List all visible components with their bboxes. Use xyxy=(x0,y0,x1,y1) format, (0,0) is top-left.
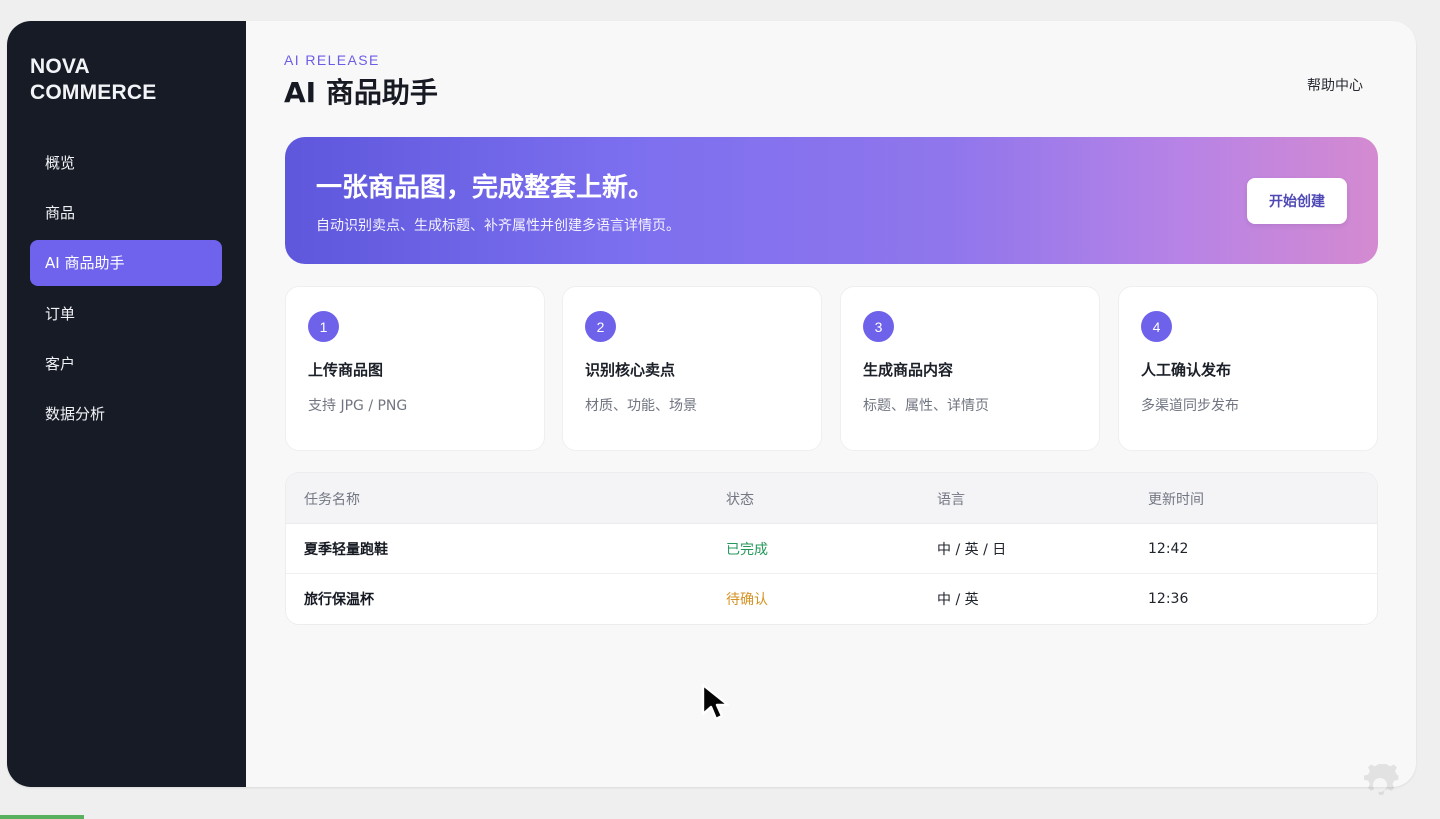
step-number-badge: 2 xyxy=(585,311,616,342)
column-header-status: 状态 xyxy=(726,491,754,508)
step-card-generate: 3 生成商品内容 标题、属性、详情页 xyxy=(840,286,1100,451)
step-card-upload: 1 上传商品图 支持 JPG / PNG xyxy=(285,286,545,451)
sidebar-navigation: 概览 商品 AI 商品助手 订单 客户 数据分析 xyxy=(30,139,222,441)
column-header-task-name: 任务名称 xyxy=(304,491,360,508)
column-header-language: 语言 xyxy=(937,491,965,508)
sidebar-item-label: 商品 xyxy=(45,203,76,222)
task-table: 任务名称 状态 语言 更新时间 夏季轻量跑鞋 已完成 中 / 英 / 日 12:… xyxy=(285,472,1378,625)
task-name-cell: 旅行保温杯 xyxy=(304,592,374,608)
step-number-badge: 1 xyxy=(308,311,339,342)
sidebar-item-ai-product-assistant[interactable]: AI 商品助手 xyxy=(30,239,222,286)
page-title: AI 商品助手 xyxy=(284,76,438,109)
task-name-cell: 夏季轻量跑鞋 xyxy=(304,542,388,558)
brand-line-2: COMMERCE xyxy=(30,81,157,104)
language-cell: 中 / 英 xyxy=(937,592,979,608)
step-card-identify: 2 识别核心卖点 材质、功能、场景 xyxy=(562,286,822,451)
sidebar-item-customers[interactable]: 客户 xyxy=(30,341,222,387)
updated-time-cell: 12:36 xyxy=(1148,591,1189,607)
step-description: 材质、功能、场景 xyxy=(585,398,697,414)
sidebar-item-overview[interactable]: 概览 xyxy=(30,139,222,185)
workflow-steps: 1 上传商品图 支持 JPG / PNG 2 识别核心卖点 材质、功能、场景 3… xyxy=(285,286,1378,451)
step-title: 上传商品图 xyxy=(308,361,384,379)
help-center-link[interactable]: 帮助中心 xyxy=(1307,75,1363,95)
app-window: NOVA COMMERCE 概览 商品 AI 商品助手 订单 客户 数据分析 A… xyxy=(7,21,1416,787)
table-row[interactable]: 夏季轻量跑鞋 已完成 中 / 英 / 日 12:42 xyxy=(286,524,1377,574)
start-create-button[interactable]: 开始创建 xyxy=(1247,178,1347,224)
hero-banner: 一张商品图，完成整套上新。 自动识别卖点、生成标题、补齐属性并创建多语言详情页。… xyxy=(285,137,1378,264)
bottom-progress-strip xyxy=(0,815,84,819)
sidebar-item-label: 客户 xyxy=(45,355,76,374)
hero-title: 一张商品图，完成整套上新。 xyxy=(316,173,655,203)
settings-gear-icon xyxy=(1363,764,1399,795)
table-header: 任务名称 状态 语言 更新时间 xyxy=(286,473,1377,524)
sidebar-item-products[interactable]: 商品 xyxy=(30,189,222,235)
status-badge: 待确认 xyxy=(726,592,768,608)
table-row[interactable]: 旅行保温杯 待确认 中 / 英 12:36 xyxy=(286,574,1377,624)
release-eyebrow: AI RELEASE xyxy=(284,52,380,68)
brand-logo: NOVA COMMERCE xyxy=(30,54,200,106)
step-title: 生成商品内容 xyxy=(863,361,954,379)
sidebar-item-orders[interactable]: 订单 xyxy=(30,290,222,336)
step-card-publish: 4 人工确认发布 多渠道同步发布 xyxy=(1118,286,1378,451)
sidebar: NOVA COMMERCE 概览 商品 AI 商品助手 订单 客户 数据分析 xyxy=(7,21,246,787)
status-badge: 已完成 xyxy=(726,542,768,558)
sidebar-item-label: 订单 xyxy=(45,304,76,323)
main-content: AI RELEASE AI 商品助手 帮助中心 一张商品图，完成整套上新。 自动… xyxy=(246,21,1416,787)
brand-line-1: NOVA xyxy=(30,55,90,78)
step-title: 识别核心卖点 xyxy=(585,361,676,379)
step-description: 多渠道同步发布 xyxy=(1141,398,1239,414)
step-title: 人工确认发布 xyxy=(1141,361,1232,379)
mouse-pointer-icon xyxy=(701,683,730,721)
step-number-badge: 4 xyxy=(1141,311,1172,342)
sidebar-item-label: AI 商品助手 xyxy=(45,254,125,273)
sidebar-item-label: 概览 xyxy=(45,153,76,172)
sidebar-item-data-analysis[interactable]: 数据分析 xyxy=(30,391,222,437)
sidebar-item-label: 数据分析 xyxy=(45,405,106,424)
step-number-badge: 3 xyxy=(863,311,894,342)
step-description: 支持 JPG / PNG xyxy=(308,398,408,414)
column-header-updated-time: 更新时间 xyxy=(1148,491,1204,508)
hero-subtitle: 自动识别卖点、生成标题、补齐属性并创建多语言详情页。 xyxy=(316,218,680,234)
step-description: 标题、属性、详情页 xyxy=(863,398,989,414)
language-cell: 中 / 英 / 日 xyxy=(937,542,1007,558)
updated-time-cell: 12:42 xyxy=(1148,541,1189,557)
